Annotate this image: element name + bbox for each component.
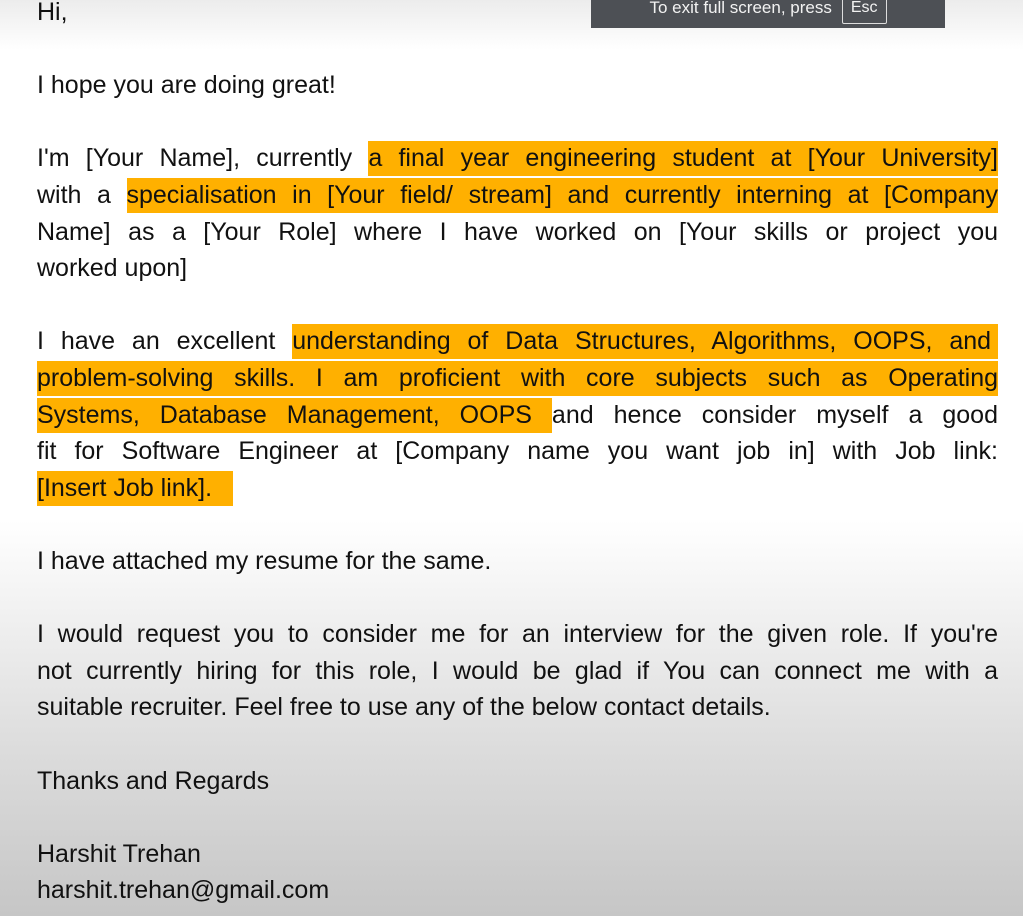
highlighted-text: understanding of Data Structures, Algori… [292, 324, 998, 360]
email-text-line: with a specialisation in [Your field/ st… [37, 178, 998, 213]
text-segment: fit for Software Engineer at [Company na… [37, 437, 998, 466]
email-text-line: not currently hiring for this role, I wo… [37, 656, 998, 686]
email-text-line: I'm [Your Name], currently a final year … [37, 141, 999, 177]
email-text-line: Thanks and Regards [37, 766, 998, 796]
text-segment: Name] as a [Your Role] where I have work… [37, 217, 998, 246]
text-segment: Hi, [37, 0, 68, 26]
text-segment: I hope you are doing great! [37, 71, 336, 100]
text-segment: and hence consider myself a good [551, 400, 998, 429]
text-segment: I'm [Your Name], currently [37, 144, 369, 173]
text-segment: I have an excellent [37, 327, 293, 356]
email-text-line: I have an excellent understanding of Dat… [37, 324, 998, 360]
email-text-line: harshit.trehan@gmail.com [37, 875, 998, 905]
highlighted-text: [Insert Job link]. [37, 470, 233, 506]
email-text-line: I have attached my resume for the same. [37, 546, 998, 576]
text-segment: I would request you to consider me for a… [37, 620, 998, 649]
email-text-line: I hope you are doing great! [37, 70, 998, 100]
email-text-line: [Insert Job link]. [37, 470, 998, 506]
text-segment: worked upon] [37, 254, 188, 283]
email-text-line: fit for Software Engineer at [Company na… [37, 436, 998, 466]
text-segment: Thanks and Regards [37, 766, 270, 795]
email-text-line: Systems, Database Management, OOPS and h… [37, 397, 998, 433]
email-text-line: Hi, [37, 0, 998, 27]
text-segment: Harshit Trehan [37, 839, 201, 868]
highlighted-text: Systems, Database Management, OOPS [37, 397, 552, 433]
highlighted-text: specialisation in [Your field/ stream] a… [126, 178, 998, 213]
text-segment: harshit.trehan@gmail.com [37, 876, 330, 905]
email-text-line: worked upon] [37, 253, 998, 283]
highlighted-text: problem-solving skills. I am proficient … [37, 361, 998, 396]
text-segment: suitable recruiter. Feel free to use any… [37, 693, 771, 722]
email-text-line: suitable recruiter. Feel free to use any… [37, 692, 998, 722]
highlighted-text: a final year engineering student at [You… [368, 141, 999, 177]
email-text-line: I would request you to consider me for a… [37, 619, 998, 649]
email-text-line: problem-solving skills. I am proficient … [37, 361, 998, 396]
email-text-line: Harshit Trehan [37, 839, 998, 869]
text-segment: I have attached my resume for the same. [37, 547, 492, 575]
text-segment: not currently hiring for this role, I wo… [37, 656, 998, 685]
email-text-line: Name] as a [Your Role] where I have work… [37, 217, 998, 247]
text-segment: with a [37, 181, 127, 209]
